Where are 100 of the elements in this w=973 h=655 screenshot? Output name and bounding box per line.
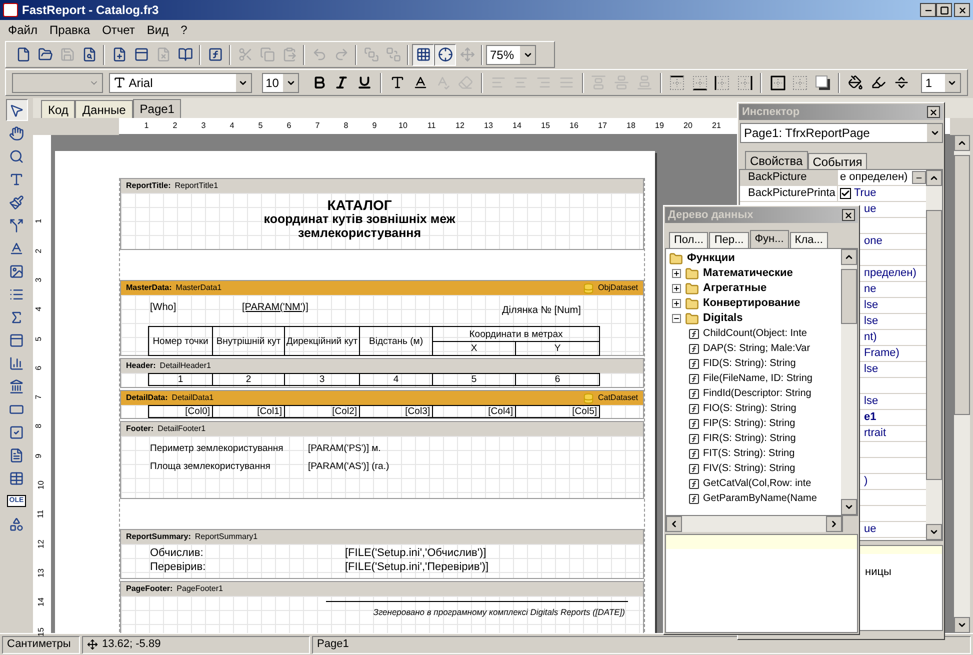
menu-item[interactable]: ?: [174, 21, 194, 39]
open-folder-icon: [38, 47, 52, 62]
band[interactable]: MasterData: MasterData1 ObjDataset [Who] [PARAM('NM')] Ділянка № [Num] Номер точки Внутрішній кут Дирекційний кут Відстань (м) Координати в метрах X Y: [120, 280, 644, 356]
band-type: Footer:: [126, 423, 154, 435]
tab[interactable]: Page1: [132, 99, 182, 118]
tree-item[interactable]: FIV(S: String): String: [703, 461, 796, 476]
vertical-scrollbar[interactable]: [841, 249, 857, 515]
snap-to-grid-icon: [438, 47, 452, 62]
menu-item[interactable]: Правка: [44, 21, 96, 39]
close-button[interactable]: [842, 209, 855, 221]
band[interactable]: PageFooter: PageFooter1 Згенеровано в програмному комплексі Digitals Reports ([DATE]): [120, 581, 644, 633]
image-icon: [9, 264, 24, 278]
toolbar-button[interactable]: [434, 44, 456, 66]
tab[interactable]: Фун...: [750, 230, 789, 248]
field-text: Ділянка № [Num]: [502, 304, 581, 318]
band-type: ReportSummary:: [126, 531, 191, 543]
tab[interactable]: Пол...: [669, 232, 708, 248]
align-center-icon: [513, 75, 528, 90]
band[interactable]: DetailData: DetailData1 CatDataset [Col0] [Col1] [Col2] [Col3] [Col4] [Col5]: [120, 390, 644, 419]
tree-item[interactable]: FindId(Descriptor: String: [703, 386, 812, 401]
vertical-scrollbar[interactable]: [954, 135, 970, 633]
align-middle-icon: [614, 75, 630, 90]
collapse-button[interactable]: [672, 314, 681, 323]
scroll-thumb[interactable]: [926, 210, 942, 480]
band-name: MasterData1: [176, 282, 222, 294]
label-text: Обчислив:: [150, 547, 204, 560]
menu-item[interactable]: Вид: [140, 21, 175, 39]
dropdown-button[interactable]: [927, 124, 942, 142]
tool-button[interactable]: [6, 99, 28, 121]
close-icon: [844, 210, 853, 220]
tab[interactable]: Кла...: [790, 232, 828, 248]
tree-item[interactable]: File(FileName, ID: String: [703, 371, 812, 386]
tree-item[interactable]: Конвертирование: [703, 295, 800, 312]
tab[interactable]: Пер...: [709, 232, 749, 248]
dataset-name: ObjDataset: [598, 282, 638, 294]
tree-item[interactable]: Функции: [687, 250, 735, 267]
scroll-down-icon: [929, 527, 939, 537]
tab[interactable]: Свойства: [745, 151, 808, 169]
ruler-label: 21: [712, 121, 721, 131]
tree-item[interactable]: FIT(S: String): String: [703, 446, 795, 461]
tree-item[interactable]: DAP(S: String; Male:Var: [703, 341, 810, 356]
font-combo[interactable]: Arial: [108, 72, 252, 92]
property-value: lse: [864, 314, 878, 330]
line-width-combo[interactable]: 1: [921, 72, 961, 92]
folder-icon: [685, 312, 699, 326]
band[interactable]: Header: DetailHeader1 1 2 3 4 5 6: [120, 358, 644, 388]
tree-item[interactable]: FIR(S: String): String: [703, 431, 796, 446]
column-header: Дирекційний кут: [285, 327, 360, 356]
table-cell: 4: [360, 374, 433, 386]
scroll-thumb[interactable]: [954, 155, 970, 415]
ellipsis-button[interactable]: [912, 171, 926, 184]
dropdown-button[interactable]: [283, 74, 298, 92]
band-name: DetailFooter1: [158, 423, 206, 435]
tree-item[interactable]: GetCatVal(Col,Row: inte: [703, 476, 812, 491]
tree-item[interactable]: FID(S: String): String: [703, 356, 796, 371]
band[interactable]: Footer: DetailFooter1 Периметр землекористування [PARAM('PS')] м. Площа землекористування [PARAM('AS')] (га.): [120, 421, 644, 499]
zoom-combo[interactable]: 75%: [486, 44, 536, 64]
minimize-button[interactable]: [920, 3, 936, 17]
tree-item[interactable]: Digitals: [703, 310, 743, 327]
dropdown-button[interactable]: [236, 74, 251, 92]
close-button[interactable]: [954, 3, 970, 17]
close-button[interactable]: [927, 106, 940, 118]
object-combo[interactable]: Page1: TfrxReportPage: [740, 123, 943, 143]
tree-item[interactable]: FIP(S: String): String: [703, 416, 796, 431]
expand-button[interactable]: [672, 299, 681, 308]
tab[interactable]: События: [808, 153, 868, 169]
ruler-label: 10: [36, 480, 46, 490]
horizontal-scrollbar[interactable]: [665, 516, 843, 532]
checkbox[interactable]: [840, 188, 851, 199]
vertical-scrollbar[interactable]: [926, 170, 942, 540]
toolbar-button[interactable]: [412, 44, 434, 66]
scroll-thumb[interactable]: [841, 269, 857, 324]
table-cell: [Col0]: [149, 406, 213, 418]
style-combo[interactable]: [12, 72, 103, 92]
tab[interactable]: Код: [41, 100, 76, 118]
expand-button[interactable]: [672, 269, 681, 278]
tree-item[interactable]: FIO(S: String): String: [703, 401, 796, 416]
dropdown-button[interactable]: [520, 46, 535, 64]
ruler-label: 8: [344, 121, 348, 131]
tree-item[interactable]: GetParamByName(Name: [703, 491, 817, 506]
tree-item[interactable]: ChildCount(Object: Inte: [703, 326, 807, 341]
menu-item[interactable]: Файл: [2, 21, 44, 39]
folder-icon: [685, 282, 699, 296]
scroll-up-icon: [957, 138, 967, 148]
ruler-label: 4: [34, 306, 44, 312]
plus-icon: [673, 300, 680, 307]
property-name-cell[interactable]: BackPicture: [740, 170, 838, 185]
dropdown-button[interactable]: [944, 74, 960, 92]
menu-item[interactable]: Отчет: [96, 21, 141, 39]
tab[interactable]: Данные: [75, 100, 133, 118]
tree-item[interactable]: Математические: [703, 265, 793, 282]
expand-button[interactable]: [672, 284, 681, 293]
maximize-button[interactable]: [936, 3, 952, 17]
table-cell: 3: [285, 374, 360, 386]
property-value: rtrait: [864, 426, 886, 442]
band[interactable]: ReportTitle: ReportTitle1 КАТАЛОГ координат кутів зовнішніх меж землекористування: [120, 178, 644, 250]
font-size-combo[interactable]: 10: [262, 72, 300, 92]
band[interactable]: ReportSummary: ReportSummary1 Обчислив: [FILE('Setup.ini','Обчислив')] Перевірив: [FILE('Setup.ini','Перевірив')]: [120, 529, 644, 579]
tree-item[interactable]: Агрегатные: [703, 280, 767, 297]
checkbox-icon: [9, 424, 24, 440]
